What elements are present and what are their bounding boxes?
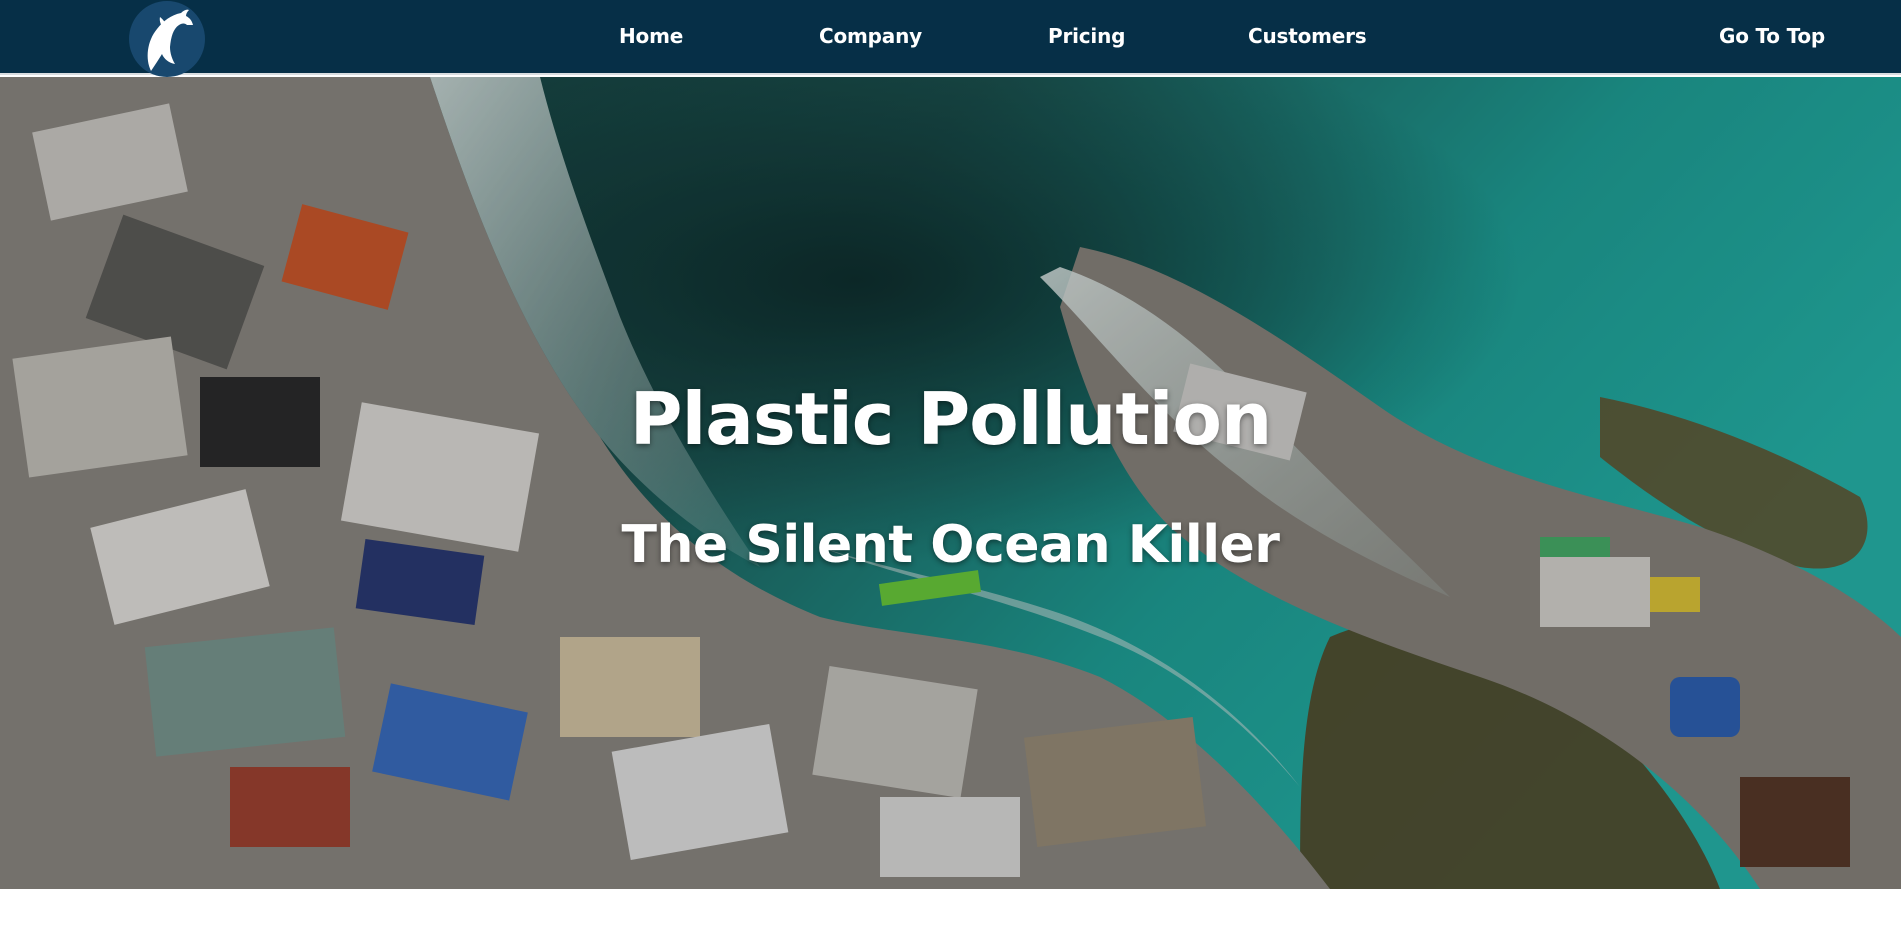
nav-company-link[interactable]: Company xyxy=(819,24,922,48)
go-to-top-link[interactable]: Go To Top xyxy=(1719,24,1825,48)
site-logo[interactable] xyxy=(129,1,205,77)
hero-subtitle: The Silent Ocean Killer xyxy=(621,515,1280,575)
nav-pricing-link[interactable]: Pricing xyxy=(1048,24,1125,48)
nav-home-link[interactable]: Home xyxy=(619,24,683,48)
nav-customers-link[interactable]: Customers xyxy=(1248,24,1367,48)
hero-banner: Plastic Pollution The Silent Ocean Kille… xyxy=(0,77,1901,889)
hero-overlay xyxy=(0,77,1901,889)
top-navbar: Home Company Pricing Customers Go To Top xyxy=(0,0,1901,77)
hero-title: Plastic Pollution xyxy=(629,377,1272,461)
dolphin-icon xyxy=(147,9,193,71)
